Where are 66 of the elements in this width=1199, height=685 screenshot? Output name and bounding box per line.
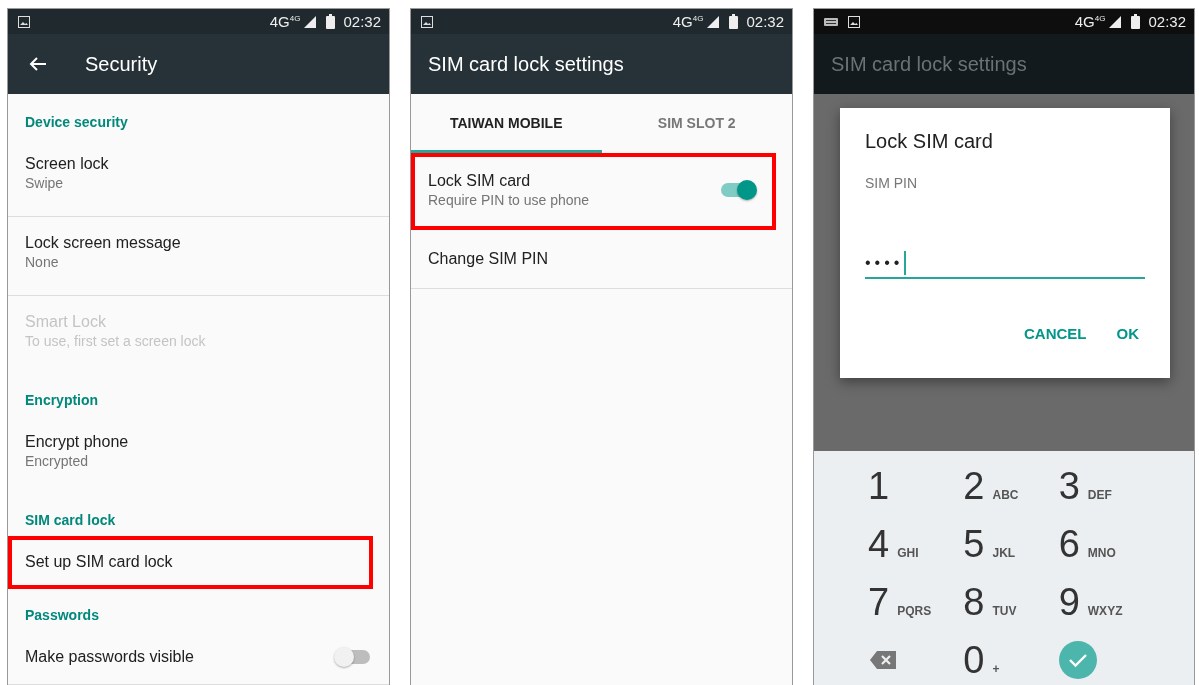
settings-item[interactable]: Screen lock Swipe [8, 138, 389, 217]
dialog-button[interactable]: CANCEL [1018, 321, 1093, 346]
settings-item[interactable]: Lock SIM card Require PIN to use phone [411, 153, 776, 230]
item-title: Make passwords visible [25, 647, 195, 667]
signal-icon [707, 15, 720, 28]
settings-item[interactable]: Change SIM PIN [411, 230, 792, 289]
item-summary: Swipe [25, 174, 65, 192]
section-header: Encryption [24, 391, 100, 410]
keypad-key[interactable]: 9 WXYZ [1058, 580, 1123, 624]
network-type: 4G [1074, 13, 1095, 30]
signal-icon [1109, 15, 1122, 28]
image-icon [421, 15, 433, 28]
keypad-key[interactable]: 1 [868, 464, 890, 508]
pin-input-field[interactable]: •••• [865, 249, 1145, 279]
item-title: Set up SIM card lock [25, 552, 174, 572]
settings-item[interactable]: Lock screen message None [8, 217, 389, 296]
clock-time: 02:32 [746, 13, 784, 30]
screen-title: SIM card lock settings [831, 52, 1027, 76]
battery-icon [729, 14, 739, 29]
network-type: 4G [672, 13, 693, 30]
item-title: Change SIM PIN [428, 249, 550, 269]
screen-title: SIM card lock settings [428, 52, 624, 76]
section-header: Device security [24, 113, 129, 132]
battery-icon [326, 14, 336, 29]
network-type: 4G [269, 13, 290, 30]
toggle-switch[interactable] [336, 650, 370, 664]
clock-time: 02:32 [1148, 13, 1186, 30]
network-superscript-label: 4G [289, 14, 301, 23]
toggle-switch[interactable] [721, 183, 755, 197]
keyboard-icon [824, 17, 838, 26]
keypad-key[interactable]: 4 GHI [868, 522, 919, 566]
item-title: Screen lock [25, 154, 110, 174]
battery-icon [1131, 14, 1141, 29]
image-icon [848, 15, 860, 28]
keypad-key[interactable]: 8 TUV [963, 580, 1017, 624]
item-title: Encrypt phone [25, 432, 130, 452]
item-title: Lock screen message [25, 233, 182, 253]
image-icon [18, 15, 30, 28]
network-superscript-label: 4G [1094, 14, 1106, 23]
settings-item[interactable]: Set up SIM card lock [8, 536, 373, 589]
sim-tab[interactable]: SIM SLOT 2 [601, 94, 792, 153]
done-check-icon[interactable] [1058, 641, 1097, 679]
item-title: Lock SIM card [428, 171, 532, 191]
section-header: SIM card lock [24, 511, 117, 530]
item-summary: Require PIN to use phone [428, 191, 591, 209]
keypad-key[interactable]: 3 DEF [1058, 464, 1112, 508]
clock-time: 02:32 [343, 13, 381, 30]
section-header: Passwords [24, 606, 100, 625]
keypad-key[interactable]: 6 MNO [1058, 522, 1116, 566]
back-arrow-icon[interactable] [29, 56, 47, 72]
network-superscript-label: 4G [692, 14, 704, 23]
item-summary: None [25, 253, 60, 271]
dialog-button[interactable]: OK [1110, 321, 1145, 346]
settings-item[interactable]: Encrypt phone Encrypted [8, 416, 389, 494]
keypad-key[interactable]: 0 + [963, 638, 1000, 682]
keypad-key[interactable]: 5 JKL [963, 522, 1016, 566]
keypad-key[interactable]: 7 PQRS [868, 580, 932, 624]
signal-icon [304, 15, 317, 28]
sim-tab[interactable]: TAIWAN MOBILE [411, 94, 602, 153]
settings-item[interactable]: Make passwords visible [8, 631, 389, 685]
field-label: SIM PIN [865, 175, 919, 191]
dialog-title: Lock SIM card [865, 130, 994, 153]
backspace-icon[interactable] [870, 651, 896, 669]
item-summary: Encrypted [25, 452, 90, 470]
keypad-key[interactable]: 2 ABC [963, 464, 1019, 508]
screen-title: Security [85, 52, 158, 76]
